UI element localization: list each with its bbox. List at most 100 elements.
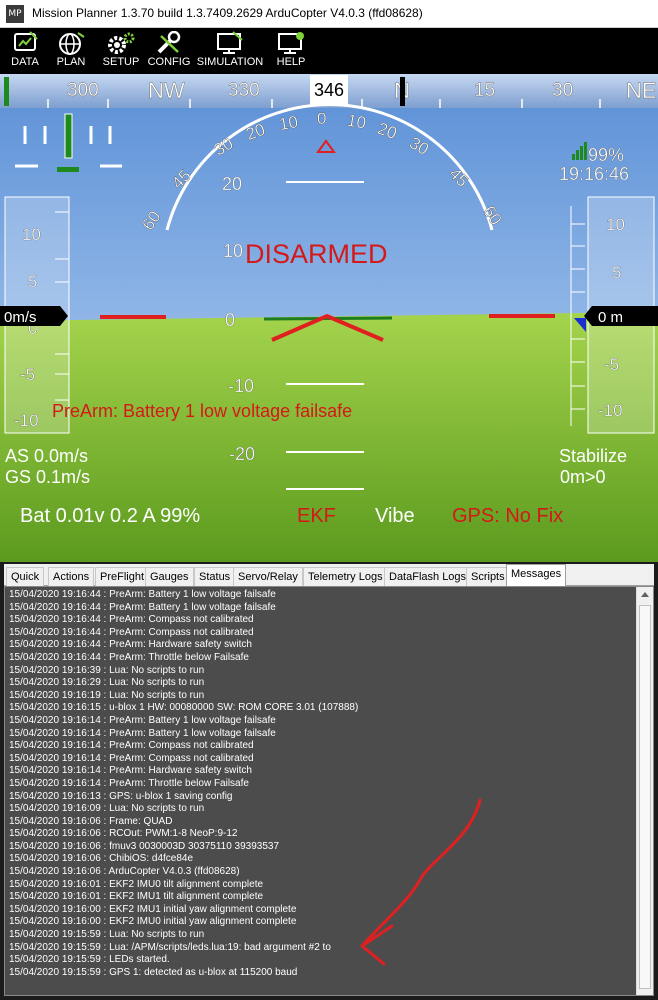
gps-status: GPS: No Fix [452, 505, 563, 527]
speed-tape-5: 5 [28, 272, 37, 291]
message-row: 15/04/2020 19:16:44 : PreArm: Throttle b… [9, 651, 249, 663]
hud-display[interactable]: 300 NW 330 N 15 30 NE 346 60 45 30 20 10… [0, 74, 658, 562]
title-bar: MP Mission Planner 1.3.70 build 1.3.7409… [0, 0, 658, 28]
message-row: 15/04/2020 19:16:14 : PreArm: Compass no… [9, 740, 254, 752]
message-row: 15/04/2020 19:16:14 : PreArm: Compass no… [9, 752, 254, 764]
message-row: 15/04/2020 19:16:00 : EKF2 IMU1 initial … [9, 903, 297, 915]
menu-plan-label: PLAN [56, 56, 86, 68]
vertical-speed-readout: 0m/s [4, 309, 37, 326]
airspeed-readout: AS 0.0m/s [5, 446, 88, 466]
monitor-help-icon [278, 32, 304, 54]
speed-tape-minus-5: -5 [20, 365, 35, 384]
hud-clock: 19:16:46 [559, 164, 629, 184]
messages-list: 15/04/2020 19:16:44 : PreArm: Battery 1 … [9, 589, 629, 979]
altitude-tape-5: 5 [612, 263, 621, 282]
message-row: 15/04/2020 19:16:06 : fmuv3 0030003D 303… [9, 840, 280, 852]
pitch-label-20: 20 [222, 174, 242, 194]
messages-scrollbar[interactable] [636, 587, 653, 995]
message-row: 15/04/2020 19:16:39 : Lua: No scripts to… [9, 664, 205, 676]
menu-help-button[interactable]: HELP [270, 30, 312, 72]
tab-preflight[interactable]: PreFlight [95, 567, 150, 586]
flight-mode[interactable]: Stabilize [559, 446, 627, 466]
message-row: 15/04/2020 19:16:15 : u-blox 1 HW: 00080… [9, 702, 359, 714]
menu-data-button[interactable]: DATA [4, 30, 46, 72]
messages-panel[interactable]: 15/04/2020 19:16:44 : PreArm: Battery 1 … [4, 586, 654, 996]
altitude-tape-minus-5: -5 [604, 355, 619, 374]
tab-gauges[interactable]: Gauges [145, 567, 194, 586]
menu-config-button[interactable]: CONFIG [146, 30, 192, 72]
message-row: 15/04/2020 19:16:09 : Lua: No scripts to… [9, 803, 205, 815]
message-row: 15/04/2020 19:16:06 : ChibiOS: d4fce84e [9, 853, 194, 865]
tab-status[interactable]: Status [194, 567, 236, 586]
attitude-base [57, 167, 79, 172]
message-row: 15/04/2020 19:16:06 : ArduCopter V4.0.3 … [9, 866, 240, 878]
tab-quick[interactable]: Quick [6, 567, 45, 586]
tab-servo-relay[interactable]: Servo/Relay [233, 567, 303, 586]
tab-dataflash-logs[interactable]: DataFlash Logs [384, 567, 472, 586]
roll-label-0: 0 [317, 109, 326, 128]
message-row: 15/04/2020 19:15:59 : Lua: /APM/scripts/… [9, 941, 331, 953]
tab-actions[interactable]: Actions [48, 567, 95, 586]
vibe-indicator[interactable]: Vibe [375, 505, 415, 527]
message-row: 15/04/2020 19:15:59 : GPS 1: detected as… [9, 966, 298, 978]
data-icon [14, 31, 38, 51]
tab-telemetry-logs[interactable]: Telemetry Logs [303, 567, 388, 586]
message-row: 15/04/2020 19:16:44 : PreArm: Battery 1 … [9, 601, 276, 613]
scroll-up-icon[interactable] [641, 592, 649, 597]
menu-config-label: CONFIG [147, 56, 191, 68]
message-row: 15/04/2020 19:16:14 : PreArm: Throttle b… [9, 777, 249, 789]
altitude-tape-minus-10: -10 [598, 401, 623, 420]
gears-icon [108, 32, 135, 54]
prearm-message: PreArm: Battery 1 low voltage failsafe [52, 401, 352, 421]
heading-tick-30: 30 [552, 80, 573, 101]
heading-target-marker [400, 77, 405, 106]
menu-data-label: DATA [11, 56, 39, 68]
app-icon[interactable]: MP [6, 5, 24, 23]
message-row: 15/04/2020 19:16:44 : PreArm: Compass no… [9, 614, 254, 626]
tab-messages[interactable]: Messages [506, 564, 567, 586]
message-row: 15/04/2020 19:16:06 : Frame: QUAD [9, 815, 173, 827]
pitch-label-10: 10 [223, 241, 243, 261]
message-row: 15/04/2020 19:16:44 : PreArm: Battery 1 … [9, 589, 276, 600]
message-row: 15/04/2020 19:16:00 : EKF2 IMU0 initial … [9, 916, 297, 928]
message-row: 15/04/2020 19:15:59 : Lua: No scripts to… [9, 929, 205, 941]
waypoint-distance: 0m>0 [560, 467, 606, 487]
signal-strength: 99% [588, 145, 624, 165]
heading-tick-330: 330 [228, 80, 260, 101]
message-row: 15/04/2020 19:16:13 : GPS: u-blox 1 savi… [9, 790, 233, 802]
armed-status: DISARMED [245, 239, 388, 269]
message-row: 15/04/2020 19:16:29 : Lua: No scripts to… [9, 677, 205, 689]
menu-simulation-button[interactable]: SIMULATION [196, 30, 264, 72]
speed-tape-minus-10: -10 [14, 411, 39, 430]
tab-scripts[interactable]: Scripts [466, 567, 510, 586]
attitude-bar [64, 113, 73, 159]
heading-left-marker [4, 77, 9, 106]
battery-status: Bat 0.01v 0.2 A 99% [20, 505, 200, 527]
pitch-label-minus-20: -20 [229, 444, 255, 464]
main-menu-bar: DATA PLAN SETUP CONFIG SIMULATION HELP [0, 28, 658, 74]
heading-tick-300: 300 [67, 80, 99, 101]
data-tabs: Quick Actions PreFlight Gauges Status Se… [4, 564, 654, 586]
message-row: 15/04/2020 19:16:19 : Lua: No scripts to… [9, 689, 205, 701]
menu-plan-button[interactable]: PLAN [50, 30, 92, 72]
pitch-label-0: 0 [225, 310, 235, 330]
roll-label-10-right: 10 [346, 111, 368, 133]
message-row: 15/04/2020 19:16:01 : EKF2 IMU0 tilt ali… [9, 878, 264, 890]
heading-tick-nw: NW [148, 78, 185, 103]
pitch-label-minus-10: -10 [228, 376, 254, 396]
scrollbar-thumb[interactable] [639, 605, 651, 989]
menu-help-label: HELP [276, 56, 306, 68]
menu-setup-button[interactable]: SETUP [98, 30, 144, 72]
heading-tick-15: 15 [474, 80, 495, 101]
speed-tape-10: 10 [22, 225, 41, 244]
message-row: 15/04/2020 19:16:14 : PreArm: Battery 1 … [9, 714, 276, 726]
monitor-plane-icon [217, 31, 243, 54]
roll-label-10-left: 10 [278, 112, 300, 134]
ekf-indicator[interactable]: EKF [297, 505, 336, 527]
menu-simulation-label: SIMULATION [196, 56, 264, 68]
message-row: 15/04/2020 19:16:14 : PreArm: Hardware s… [9, 765, 252, 777]
altitude-readout: 0 m [598, 309, 623, 326]
heading-tick-ne: NE [626, 78, 657, 103]
message-row: 15/04/2020 19:16:44 : PreArm: Compass no… [9, 626, 254, 638]
message-row: 15/04/2020 19:16:01 : EKF2 IMU1 tilt ali… [9, 891, 264, 903]
